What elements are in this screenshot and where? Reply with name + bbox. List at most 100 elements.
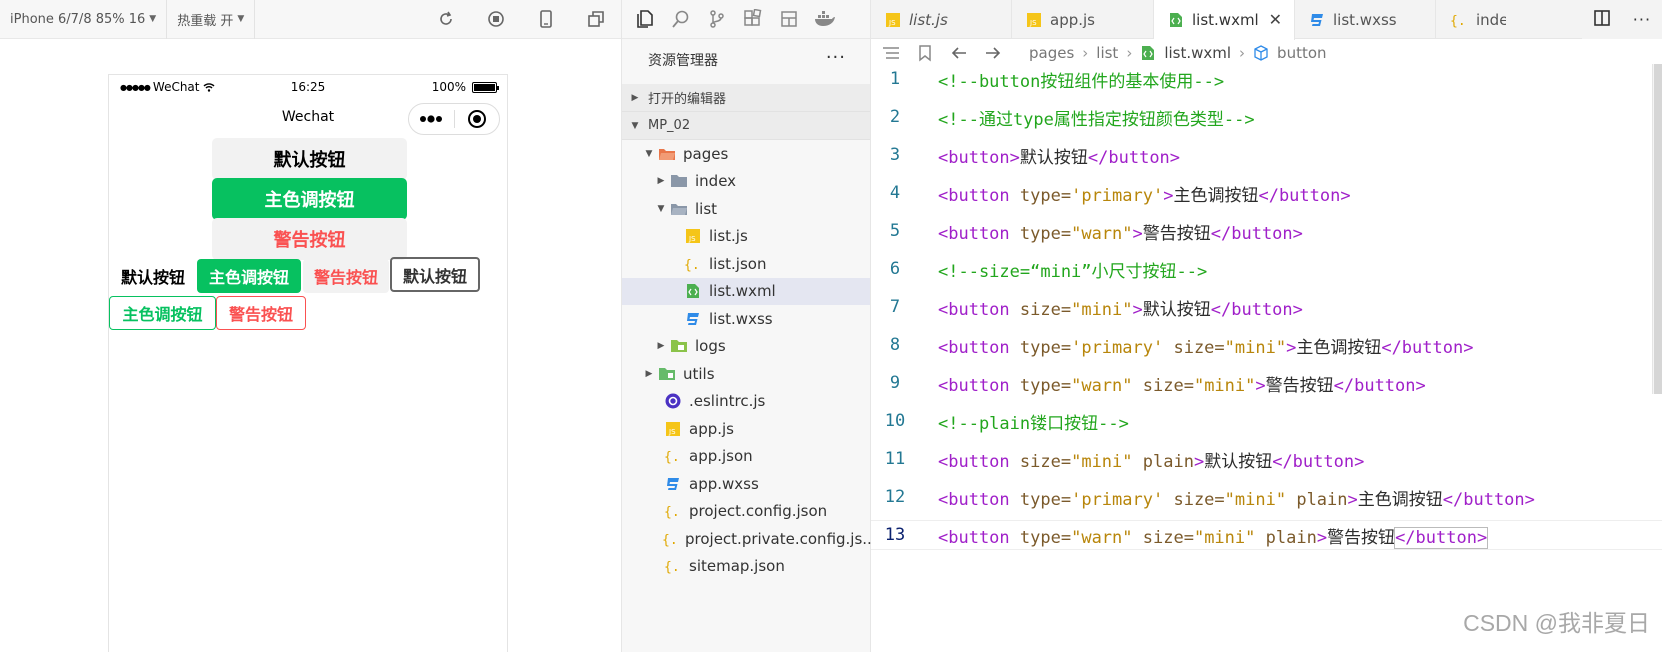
wxml-file-icon [682, 281, 704, 301]
tree-folder-pages[interactable]: ▼ pages [622, 140, 870, 168]
stop-icon[interactable] [486, 9, 506, 29]
tab-app-js[interactable]: JS app.js [1012, 0, 1154, 39]
project-label: MP_02 [648, 118, 691, 133]
bookmark-icon[interactable] [915, 43, 935, 63]
breadcrumb-item[interactable]: button [1277, 44, 1326, 62]
tree-label: utils [683, 364, 715, 383]
code-line: 10 <!--plain镂口按钮--> [871, 406, 1662, 436]
refresh-icon[interactable] [436, 9, 456, 29]
svg-text:{..}: {..} [664, 450, 682, 464]
plain-default-button[interactable]: 默认按钮 [390, 257, 480, 292]
list-view-icon[interactable] [881, 43, 901, 63]
split-editor-icon[interactable] [1593, 9, 1611, 31]
tab-index[interactable]: {..} inde [1436, 0, 1506, 39]
more-icon[interactable] [409, 115, 454, 123]
tree-file-app-json[interactable]: {..} app.json [622, 443, 870, 471]
tab-list-wxss[interactable]: list.wxss [1295, 0, 1436, 39]
editor-scrollbar[interactable] [1652, 64, 1662, 394]
tree-file-project-config[interactable]: {..} project.config.json [622, 498, 870, 526]
tree-folder-logs[interactable]: ▶ logs [622, 333, 870, 361]
default-button[interactable]: 默认按钮 [212, 138, 407, 180]
more-icon[interactable]: ··· [1633, 10, 1651, 29]
chevron-right-icon: › [1082, 44, 1089, 62]
svg-text:{..}: {..} [662, 533, 680, 547]
phone-icon[interactable] [536, 9, 556, 29]
js-file-icon: JS [682, 226, 704, 246]
svg-text:JS: JS [668, 428, 676, 436]
windows-icon[interactable] [586, 9, 606, 29]
tree-folder-utils[interactable]: ▶ utils [622, 360, 870, 388]
svg-text:{..}: {..} [1450, 14, 1468, 28]
tree-label: list.json [709, 254, 767, 273]
search-icon[interactable] [666, 4, 696, 34]
code-text: <button size="mini" plain>默认按钮</button> [938, 451, 1365, 472]
plain-warn-button[interactable]: 警告按钮 [216, 296, 306, 330]
code-line: 7 <button size="mini">默认按钮</button> [871, 292, 1662, 322]
tree-folder-list[interactable]: ▼ list [622, 195, 870, 223]
forward-arrow-icon[interactable] [983, 43, 1003, 63]
line-number: 4 [889, 183, 901, 203]
activity-bar [622, 0, 870, 39]
device-selector[interactable]: iPhone 6/7/8 85% 16 ▼ [0, 0, 168, 39]
code-text: <!--size=“mini”小尺寸按钮--> [938, 261, 1208, 282]
explorer-panel: 资源管理器 ··· ▶ 打开的编辑器 ▼ MP_02 ▼ pages ▶ index… [622, 0, 877, 652]
chevron-down-icon: ▼ [149, 14, 157, 24]
tree-file-app-wxss[interactable]: app.wxss [622, 470, 870, 498]
js-file-icon: JS [1026, 12, 1042, 28]
code-text: <button type='primary'>主色调按钮</button> [938, 185, 1351, 206]
tree-label: project.config.json [689, 502, 828, 521]
tab-label: list.wxml [1192, 11, 1259, 29]
tree-file-project-private[interactable]: {..} project.private.config.js... [622, 525, 877, 553]
extensions-icon[interactable] [738, 4, 768, 34]
line-number: 13 [884, 525, 906, 545]
mini-warn-button[interactable]: 警告按钮 [303, 259, 389, 293]
close-icon[interactable]: ✕ [1269, 10, 1282, 29]
docker-icon[interactable] [810, 4, 840, 34]
close-target-icon[interactable] [455, 109, 500, 129]
code-text: <button type="warn" size="mini" plain>警告… [938, 526, 1489, 549]
mini-default-button[interactable]: 默认按钮 [109, 259, 197, 293]
json-file-icon: {..} [662, 529, 680, 549]
plain-primary-button[interactable]: 主色调按钮 [109, 296, 216, 330]
tree-file-list-wxml[interactable]: list.wxml [622, 277, 870, 305]
breadcrumb-item[interactable]: list [1096, 44, 1118, 62]
tree-label: list.js [709, 227, 748, 246]
warn-button[interactable]: 警告按钮 [212, 218, 407, 260]
code-line: 6 <!--size=“mini”小尺寸按钮--> [871, 254, 1662, 284]
mini-primary-button[interactable]: 主色调按钮 [197, 259, 301, 293]
tree-folder-index[interactable]: ▶ index [622, 168, 870, 196]
svg-text:{..}: {..} [684, 258, 702, 272]
tree-label: pages [683, 144, 729, 163]
tree-file-sitemap[interactable]: {..} sitemap.json [622, 553, 870, 581]
tab-list-js[interactable]: JS list.js [871, 0, 1012, 39]
tree-file-list-json[interactable]: {..} list.json [622, 250, 870, 278]
tab-list-wxml[interactable]: list.wxml ✕ [1154, 0, 1295, 40]
breadcrumb-item[interactable]: list.wxml [1164, 44, 1231, 62]
watermark: CSDN @我非夏日 [1463, 610, 1650, 636]
code-text: <button size="mini">默认按钮</button> [938, 299, 1303, 320]
tree-file-eslintrc[interactable]: .eslintrc.js [622, 388, 870, 416]
source-control-icon[interactable] [702, 4, 732, 34]
open-editors-section[interactable]: ▶ 打开的编辑器 [622, 84, 870, 112]
more-actions-icon[interactable]: ··· [826, 47, 846, 68]
line-number: 11 [884, 449, 906, 469]
files-icon[interactable] [630, 4, 660, 34]
code-line: 8 <button type='primary' size="mini">主色调… [871, 330, 1662, 360]
chevron-right-icon: ▶ [645, 368, 653, 379]
folder-icon [656, 364, 678, 384]
tree-file-list-wxss[interactable]: list.wxss [622, 305, 870, 333]
code-text: <button type="warn">警告按钮</button> [938, 223, 1303, 244]
back-arrow-icon[interactable] [949, 43, 969, 63]
primary-button[interactable]: 主色调按钮 [212, 178, 407, 220]
project-section[interactable]: ▼ MP_02 [622, 112, 870, 140]
code-line: 5 <button type="warn">警告按钮</button> [871, 216, 1662, 246]
layout-icon[interactable] [774, 4, 804, 34]
folder-icon [668, 171, 690, 191]
line-number: 6 [889, 259, 901, 279]
scrollbar-thumb[interactable] [1654, 64, 1662, 394]
tree-file-app-js[interactable]: JS app.js [622, 415, 870, 443]
tree-file-list-js[interactable]: JS list.js [622, 223, 870, 251]
code-text: <!--通过type属性指定按钮颜色类型--> [938, 109, 1255, 130]
breadcrumb-item[interactable]: pages [1029, 44, 1074, 62]
hotreload-selector[interactable]: 热重载 开 ▼ [167, 0, 256, 39]
